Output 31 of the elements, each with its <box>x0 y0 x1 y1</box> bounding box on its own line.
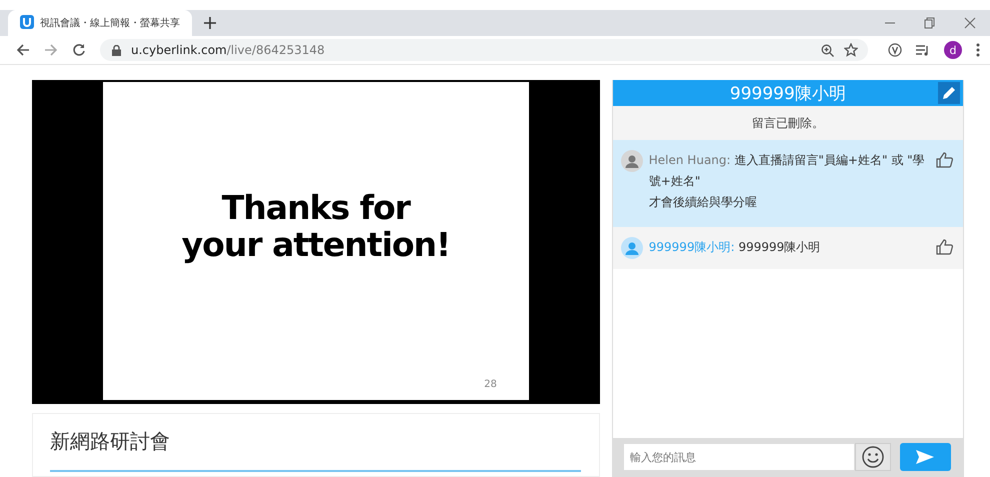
slide-heading: your attention! <box>182 226 450 263</box>
send-icon <box>916 450 934 464</box>
reload-icon[interactable] <box>72 43 86 57</box>
edit-button[interactable] <box>938 82 960 104</box>
message-text: 999999陳小明: 999999陳小明 <box>648 239 822 256</box>
thumbs-up-icon[interactable] <box>936 152 953 168</box>
message-input[interactable]: 輸入您的訊息 <box>622 443 855 471</box>
slide-number: 28 <box>484 379 497 390</box>
send-button[interactable] <box>900 443 951 471</box>
extension-icon[interactable] <box>888 43 902 57</box>
menu-icon[interactable] <box>976 43 980 57</box>
event-title: 新網路研討會 <box>50 428 171 455</box>
smiley-icon <box>862 446 884 468</box>
back-icon[interactable] <box>16 43 30 57</box>
star-icon[interactable] <box>844 43 858 57</box>
browser-tab[interactable]: 視訊會議・線上簡報・螢幕共享 <box>8 10 192 36</box>
notice-text: 留言已刪除。 <box>752 114 824 132</box>
chat-username: 999999陳小明 <box>730 82 846 104</box>
pencil-icon <box>941 85 957 101</box>
new-tab-icon[interactable] <box>204 17 216 29</box>
lock-icon <box>112 44 121 56</box>
thumbs-up-icon[interactable] <box>936 239 953 255</box>
emoji-button[interactable] <box>854 443 891 471</box>
restore-icon[interactable] <box>924 17 936 29</box>
slide-heading: Thanks for <box>222 189 410 226</box>
message-text: Helen Huang: 進入直播請留言"員編+姓名" 或 "學號+姓名" 才會後續給與學分喔 <box>648 152 926 211</box>
address-bar[interactable]: u.cyberlink.com/live/864253148 <box>100 39 868 61</box>
profile-avatar[interactable]: d <box>944 41 962 59</box>
zoom-icon[interactable] <box>821 44 834 56</box>
close-icon[interactable] <box>964 17 976 29</box>
playlist-icon[interactable] <box>916 44 930 56</box>
